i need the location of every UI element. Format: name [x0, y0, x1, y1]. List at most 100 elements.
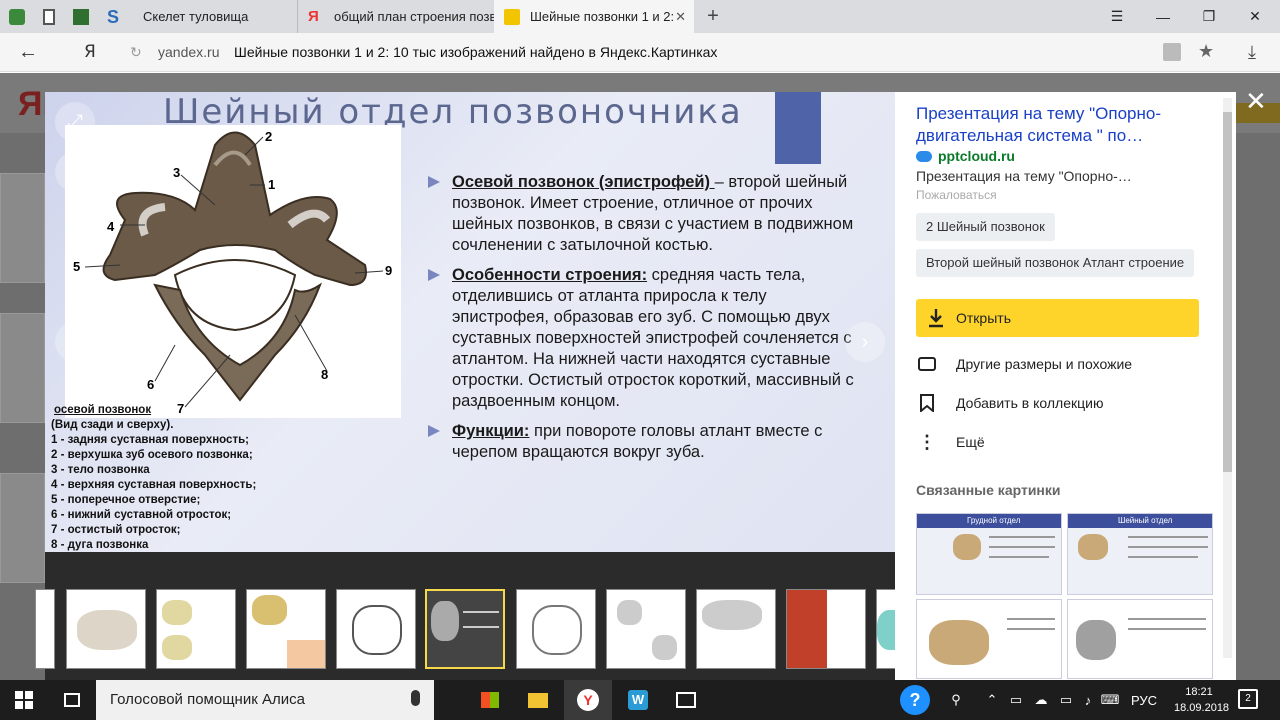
store-button[interactable]: [466, 680, 514, 720]
taskbar: Голосовой помощник Алиса Y W ? ⚲ ⌃ ▭ ☁ ▭…: [0, 680, 1280, 720]
crop-button[interactable]: ⌗: [55, 152, 95, 192]
document-icon: [43, 9, 55, 25]
pinned-tab-3[interactable]: [66, 4, 96, 30]
related-image[interactable]: [1067, 599, 1213, 679]
report-link[interactable]: Пожаловаться: [916, 188, 997, 202]
figure-number: 6: [147, 377, 154, 392]
lock-icon[interactable]: [1163, 43, 1181, 61]
background-thumb: [0, 473, 45, 583]
related-image[interactable]: Грудной отдел: [916, 513, 1062, 595]
scrollbar-thumb[interactable]: [1223, 112, 1232, 472]
thumbnail[interactable]: [606, 589, 686, 669]
clock-date: 18.09.2018: [1174, 702, 1230, 714]
figure-caption: осевой позвонок (Вид сзади и сверху). 1 …: [51, 403, 256, 552]
related-image[interactable]: [916, 599, 1062, 679]
clock-time: 18:21: [1185, 686, 1213, 698]
bullet-text: средняя часть тела, отделившись от атлан…: [452, 266, 854, 410]
back-arrow-icon[interactable]: ←: [18, 41, 38, 64]
chevron-up-icon[interactable]: ⌃: [982, 680, 1002, 720]
thumbnail-selected[interactable]: [425, 589, 505, 669]
tag-chip[interactable]: 2 Шейный позвонок: [916, 213, 1055, 241]
bookmark-star-icon[interactable]: ★: [1198, 41, 1214, 62]
bullet-lead: Осевой позвонок (эпистрофей): [452, 173, 715, 191]
background-thumb: [0, 173, 45, 283]
help-icon: ?: [900, 685, 930, 715]
thumbnail[interactable]: [156, 589, 236, 669]
thumbnail[interactable]: [786, 589, 866, 669]
bullet-structure: Особенности строения: средняя часть тела…: [428, 265, 858, 412]
more-button[interactable]: ⋮ Ещё: [916, 430, 985, 454]
clock[interactable]: 18:21 18.09.2018: [1174, 684, 1230, 716]
source-site-link[interactable]: pptcloud.ru: [916, 148, 1015, 164]
tag-chip[interactable]: Второй шейный позвонок Атлант строение: [916, 249, 1195, 277]
task-view-button[interactable]: [48, 680, 96, 720]
background-thumb: [0, 313, 45, 423]
battery-icon[interactable]: ▭: [1056, 680, 1076, 720]
close-window-button[interactable]: ✕: [1232, 0, 1278, 33]
other-sizes-button[interactable]: Другие размеры и похожие: [916, 352, 1132, 376]
thumbnail[interactable]: [35, 589, 55, 669]
action-label: Ещё: [956, 434, 985, 450]
menu-icon[interactable]: ☰: [1094, 0, 1140, 33]
more-dots-icon: ⋮: [918, 431, 936, 452]
related-header: Шейный отдел: [1068, 514, 1212, 528]
yandex-browser-button[interactable]: Y: [564, 680, 612, 720]
microphone-icon[interactable]: [411, 690, 420, 706]
pinned-tab-2[interactable]: [34, 4, 64, 30]
open-button[interactable]: Открыть: [916, 299, 1199, 337]
keyboard-icon[interactable]: ⌨: [1100, 680, 1120, 720]
cloud-icon: [916, 150, 932, 162]
address-domain[interactable]: yandex.ru: [158, 44, 219, 60]
pinned-tab-4[interactable]: S: [98, 4, 128, 30]
chevron-right-icon: ›: [861, 330, 869, 353]
caption-line: 5 - поперечное отверстие;: [51, 494, 201, 506]
start-button[interactable]: [0, 680, 48, 720]
chevron-left-icon: ‹: [71, 330, 79, 353]
network-icon[interactable]: ▭: [1006, 680, 1026, 720]
scrollbar[interactable]: [1223, 98, 1232, 658]
next-image-button[interactable]: ›: [845, 322, 885, 362]
thumbnail[interactable]: [696, 589, 776, 669]
thumbnail[interactable]: [66, 589, 146, 669]
related-image[interactable]: Шейный отдел: [1067, 513, 1213, 595]
volume-icon[interactable]: ♪: [1078, 680, 1098, 720]
minimize-button[interactable]: —: [1140, 0, 1186, 33]
info-panel: Презентация на тему "Опорно-двигательная…: [895, 92, 1236, 680]
tab-spine-plan[interactable]: Я общий план строения позв: [297, 0, 494, 33]
photos-button[interactable]: [662, 680, 710, 720]
tab-bar: S Скелет туловища Я общий план строения …: [0, 0, 1280, 33]
thumbnail[interactable]: [336, 589, 416, 669]
restore-button[interactable]: ❐: [1186, 0, 1232, 33]
reload-icon[interactable]: ↻: [130, 44, 142, 61]
yandex-logo-icon[interactable]: Я: [84, 42, 96, 62]
source-description: Презентация на тему "Опорно-…: [916, 168, 1132, 184]
new-tab-button[interactable]: +: [700, 4, 726, 30]
close-viewer-icon[interactable]: ✕: [1245, 86, 1267, 117]
crop-icon: ⌗: [69, 160, 81, 183]
notification-center-button[interactable]: 2: [1238, 689, 1258, 709]
close-tab-icon[interactable]: ✕: [675, 9, 686, 25]
pinned-tab-1[interactable]: [2, 4, 32, 30]
people-icon[interactable]: ⚲: [944, 680, 968, 720]
add-to-collection-button[interactable]: Добавить в коллекцию: [916, 391, 1103, 415]
help-button[interactable]: ?: [898, 680, 932, 720]
source-title-link[interactable]: Презентация на тему "Опорно-двигательная…: [916, 103, 1206, 147]
explorer-button[interactable]: [514, 680, 562, 720]
fullscreen-button[interactable]: ⤢: [55, 102, 95, 142]
thumbnail[interactable]: [246, 589, 326, 669]
vertebra-illustration: 2 3 1 4 5 9 6 7 8: [65, 125, 401, 418]
search-box[interactable]: Голосовой помощник Алиса: [96, 680, 434, 720]
tab-label: общий план строения позв: [334, 9, 494, 24]
download-icon[interactable]: ⤓: [1248, 42, 1256, 63]
figure-number: 1: [268, 177, 275, 192]
tab-cervical[interactable]: Шейные позвонки 1 и 2: ✕: [494, 0, 694, 33]
word-button[interactable]: W: [614, 680, 662, 720]
language-indicator[interactable]: РУС: [1124, 680, 1164, 720]
prev-image-button[interactable]: ‹: [55, 322, 95, 362]
thumbnail[interactable]: [516, 589, 596, 669]
caption-line: осевой позвонок: [54, 404, 152, 416]
address-page-title[interactable]: Шейные позвонки 1 и 2: 10 тыс изображени…: [234, 44, 717, 60]
cloud-icon[interactable]: ☁: [1030, 680, 1052, 720]
tab-skeleton[interactable]: Скелет туловища: [133, 0, 297, 33]
slide-image[interactable]: Шейный отдел позвоночника 2 3 1 4 5 9 6 …: [45, 92, 895, 552]
